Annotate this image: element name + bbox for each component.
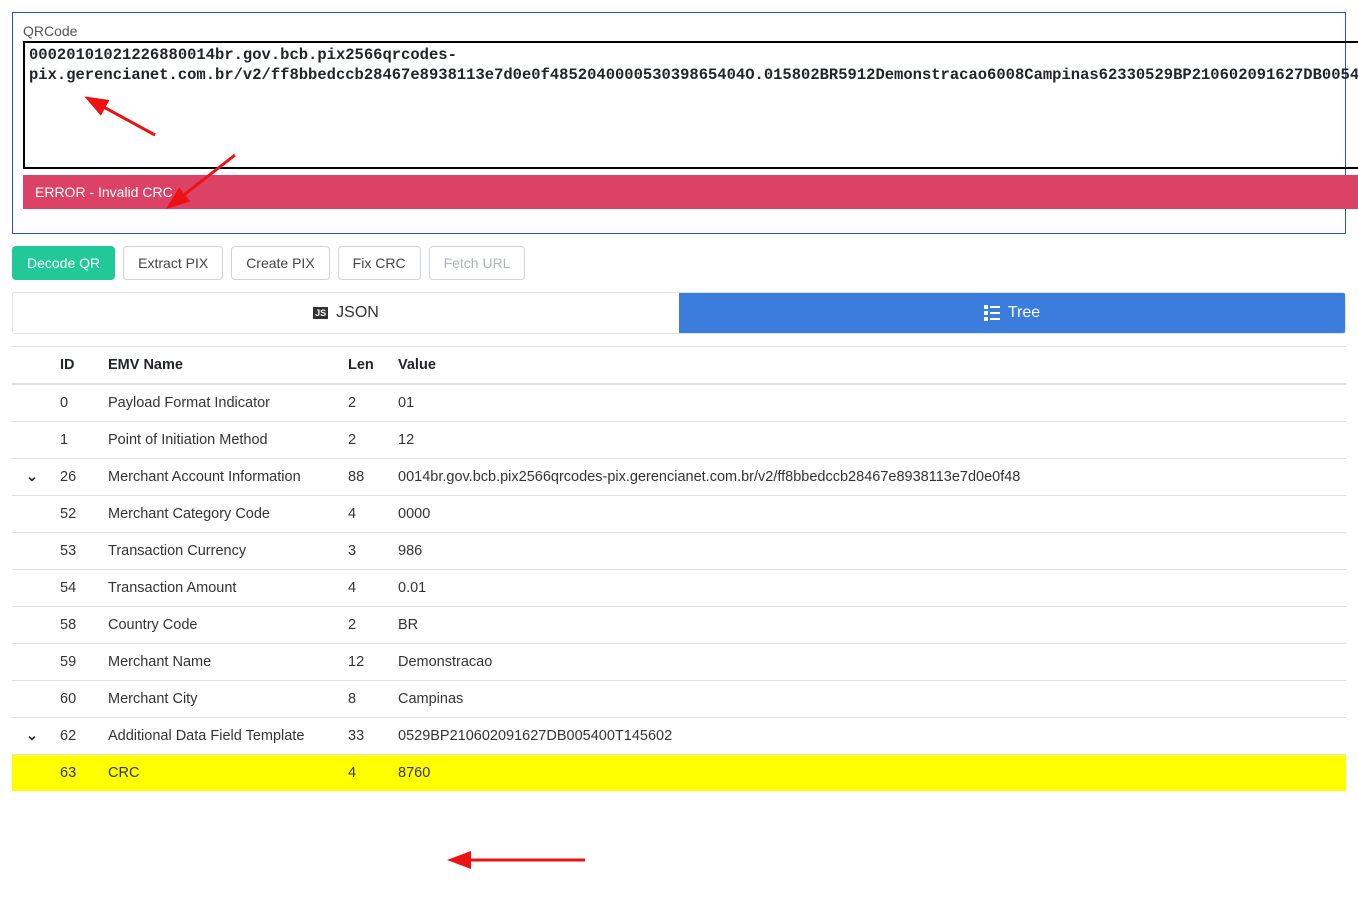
emv-table: ID EMV Name Len Value 0Payload Format In… xyxy=(12,346,1346,791)
cell-name: Transaction Currency xyxy=(100,533,340,570)
tab-tree-label: Tree xyxy=(1008,304,1040,322)
cell-value: 0.01 xyxy=(390,570,1346,607)
table-header-row: ID EMV Name Len Value xyxy=(12,347,1346,385)
table-row: 52Merchant Category Code40000 xyxy=(12,496,1346,533)
top-panel: QRCode 00020101021226880014br.gov.bcb.pi… xyxy=(12,12,1346,234)
cell-id: 52 xyxy=(52,496,100,533)
cell-id: 1 xyxy=(52,422,100,459)
cell-name: Merchant Name xyxy=(100,644,340,681)
tree-icon xyxy=(984,305,1000,321)
cell-len: 2 xyxy=(340,607,390,644)
annotation-arrow-3 xyxy=(460,850,590,873)
table-row: ⌄ 26Merchant Account Information880014br.… xyxy=(12,459,1346,496)
table-row: 1Point of Initiation Method212 xyxy=(12,422,1346,459)
tab-tree[interactable]: Tree xyxy=(679,293,1345,333)
cell-name: Merchant Account Information xyxy=(100,459,340,496)
json-icon: JS xyxy=(313,307,328,319)
tab-json[interactable]: JS JSON xyxy=(13,293,679,333)
cell-len: 12 xyxy=(340,644,390,681)
th-id: ID xyxy=(52,347,100,385)
cell-value: BR xyxy=(390,607,1346,644)
extract-pix-button[interactable]: Extract PIX xyxy=(123,246,223,280)
expand-cell xyxy=(12,607,52,644)
table-row: 54Transaction Amount40.01 xyxy=(12,570,1346,607)
fix-crc-button[interactable]: Fix CRC xyxy=(338,246,421,280)
cell-value: 8760 xyxy=(390,755,1346,792)
cell-value: 0000 xyxy=(390,496,1346,533)
expand-cell xyxy=(12,570,52,607)
expand-cell xyxy=(12,681,52,718)
cell-value: 0529BP210602091627DB005400T145602 xyxy=(390,718,1346,755)
qrcode-label: QRCode xyxy=(23,23,1358,39)
fetch-url-button[interactable]: Fetch URL xyxy=(429,246,526,280)
cell-id: 62 xyxy=(52,718,100,755)
cell-value: Demonstracao xyxy=(390,644,1346,681)
table-row: 63CRC48760 xyxy=(12,755,1346,792)
table-row: 58Country Code2BR xyxy=(12,607,1346,644)
expand-cell xyxy=(12,384,52,422)
create-pix-button[interactable]: Create PIX xyxy=(231,246,329,280)
table-wrap: ID EMV Name Len Value 0Payload Format In… xyxy=(0,334,1358,791)
cell-id: 60 xyxy=(52,681,100,718)
cell-name: Point of Initiation Method xyxy=(100,422,340,459)
table-row: 0Payload Format Indicator201 xyxy=(12,384,1346,422)
cell-id: 53 xyxy=(52,533,100,570)
expand-cell xyxy=(12,755,52,792)
cell-len: 4 xyxy=(340,570,390,607)
chevron-down-icon[interactable]: ⌄ xyxy=(26,728,38,744)
error-text: ERROR - Invalid CRC xyxy=(35,184,173,200)
cell-name: Merchant Category Code xyxy=(100,496,340,533)
cell-id: 26 xyxy=(52,459,100,496)
th-len: Len xyxy=(340,347,390,385)
tab-json-label: JSON xyxy=(336,304,379,322)
cell-value: 0014br.gov.bcb.pix2566qrcodes-pix.gerenc… xyxy=(390,459,1346,496)
th-value: Value xyxy=(390,347,1346,385)
cell-id: 63 xyxy=(52,755,100,792)
cell-value: Campinas xyxy=(390,681,1346,718)
cell-len: 4 xyxy=(340,755,390,792)
cell-len: 4 xyxy=(340,496,390,533)
cell-name: Payload Format Indicator xyxy=(100,384,340,422)
cell-len: 3 xyxy=(340,533,390,570)
expand-cell xyxy=(12,533,52,570)
chevron-down-icon[interactable]: ⌄ xyxy=(26,469,38,485)
table-row: 59Merchant Name12Demonstracao xyxy=(12,644,1346,681)
cell-id: 0 xyxy=(52,384,100,422)
table-row: 53Transaction Currency3986 xyxy=(12,533,1346,570)
th-name: EMV Name xyxy=(100,347,340,385)
expand-cell xyxy=(12,496,52,533)
button-row: Decode QR Extract PIX Create PIX Fix CRC… xyxy=(0,246,1358,292)
cell-len: 8 xyxy=(340,681,390,718)
cell-id: 58 xyxy=(52,607,100,644)
cell-name: CRC xyxy=(100,755,340,792)
cell-id: 54 xyxy=(52,570,100,607)
cell-len: 33 xyxy=(340,718,390,755)
cell-len: 88 xyxy=(340,459,390,496)
cell-value: 01 xyxy=(390,384,1346,422)
decode-qr-button[interactable]: Decode QR xyxy=(12,246,115,280)
table-row: 60Merchant City8Campinas xyxy=(12,681,1346,718)
cell-name: Transaction Amount xyxy=(100,570,340,607)
cell-name: Country Code xyxy=(100,607,340,644)
cell-len: 2 xyxy=(340,384,390,422)
expand-cell xyxy=(12,644,52,681)
cell-len: 2 xyxy=(340,422,390,459)
view-tabs: JS JSON Tree xyxy=(12,292,1346,334)
th-expand xyxy=(12,347,52,385)
cell-id: 59 xyxy=(52,644,100,681)
cell-name: Merchant City xyxy=(100,681,340,718)
cell-name: Additional Data Field Template xyxy=(100,718,340,755)
cell-value: 986 xyxy=(390,533,1346,570)
expand-cell xyxy=(12,422,52,459)
cell-value: 12 xyxy=(390,422,1346,459)
qrcode-textarea[interactable]: 00020101021226880014br.gov.bcb.pix2566qr… xyxy=(23,41,1358,169)
error-bar: ERROR - Invalid CRC ▴ ▾ xyxy=(23,175,1358,209)
qr-input-column: QRCode 00020101021226880014br.gov.bcb.pi… xyxy=(23,23,1358,223)
table-row: ⌄ 62Additional Data Field Template330529B… xyxy=(12,718,1346,755)
